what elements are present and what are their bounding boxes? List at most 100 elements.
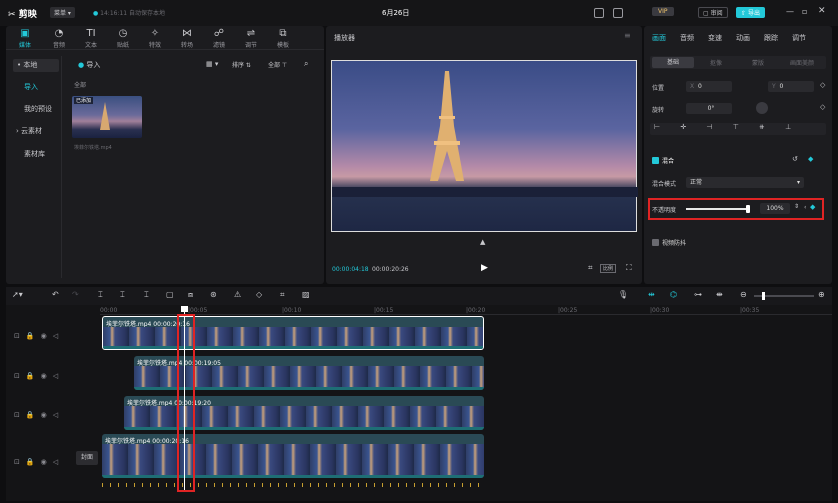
blend-mode-select[interactable]: 正常 ▾ xyxy=(686,177,804,188)
subtab-cutout[interactable]: 抠像 xyxy=(710,58,722,67)
blend-keyframe-icon[interactable]: ◆ xyxy=(808,155,813,163)
ruler-tick-0: 00:00 xyxy=(100,307,118,314)
opacity-keyframe-icon[interactable]: ◆ xyxy=(810,203,815,211)
video-preview xyxy=(331,60,638,232)
review-button[interactable]: ▢ 审阅 xyxy=(698,7,728,18)
image-icon[interactable]: ▨ xyxy=(302,290,310,299)
snap-icon[interactable]: ⌬ xyxy=(670,290,677,299)
cover-button[interactable]: 封面 xyxy=(76,451,98,465)
chevron-down-icon: ▾ xyxy=(796,179,800,186)
play-icon[interactable]: ▶ xyxy=(481,263,488,273)
sidebar-item-my-presets[interactable]: 我的预设 xyxy=(24,104,52,114)
filter-all-button[interactable]: 全部 ⊤ xyxy=(268,60,287,69)
fullscreen-focus-icon[interactable]: ⌗ xyxy=(588,263,593,273)
opacity-prev-keyframe-icon[interactable]: ‹ xyxy=(804,204,806,211)
minimize-icon[interactable]: — xyxy=(786,7,794,16)
tab-tracking[interactable]: 跟踪 xyxy=(764,33,778,43)
x-field[interactable]: X 0 xyxy=(686,81,732,92)
shortcut-icon[interactable] xyxy=(613,8,623,18)
zoom-in-icon[interactable]: ⊕ xyxy=(818,290,825,299)
sidebar-item-cloud[interactable]: › 云素材 xyxy=(16,126,42,136)
timeline-toolbar: ➚▾ ↶ ↷ ⌶ ⌶ ⌶ ▢ ⧈ ⊛ ⚠ ◇ ⌗ ▨ 🎙 ⇹ ⌬ ⊶ ⇼ ⊖ ⊕ xyxy=(6,287,832,305)
chain-icon[interactable]: ⊶ xyxy=(694,290,702,299)
rotate-dial-icon[interactable] xyxy=(756,102,768,114)
rotate-keyframe-icon[interactable]: ◇ xyxy=(820,103,825,111)
tab-animation[interactable]: 动画 xyxy=(736,33,750,43)
zoom-slider[interactable] xyxy=(754,292,814,300)
zoom-out-icon[interactable]: ⊖ xyxy=(740,290,747,299)
grid-view-icon[interactable]: ▦ ▾ xyxy=(206,60,218,68)
import-button[interactable]: ● 导入 xyxy=(78,60,100,70)
tab-audio[interactable]: ◔ 音频 xyxy=(44,28,74,49)
split-right-icon[interactable]: ⌶ xyxy=(144,290,149,300)
clip-track-1[interactable]: 埃菲尔铁塔.mp4 00:00:20:16 xyxy=(102,316,484,350)
blend-checkbox[interactable] xyxy=(652,157,659,164)
track-2-controls[interactable]: ⊡🔒◉◁ xyxy=(14,372,64,380)
y-field[interactable]: Y 0 xyxy=(768,81,814,92)
tab-text[interactable]: TI 文本 xyxy=(76,28,106,49)
opacity-slider-handle[interactable] xyxy=(746,205,750,213)
zoom-handle[interactable] xyxy=(762,292,765,300)
tab-transition[interactable]: ⋈ 转场 xyxy=(172,28,202,49)
tab-media[interactable]: ▣ 媒体 xyxy=(10,28,40,49)
rotate-clip-icon[interactable]: ◇ xyxy=(256,290,262,299)
track-1-controls[interactable]: ⊡🔒◉◁ xyxy=(14,332,64,340)
player-menu-icon[interactable]: ≡ xyxy=(624,31,631,40)
tab-sticker[interactable]: ◷ 贴纸 xyxy=(108,28,138,49)
subtab-mask[interactable]: 蒙版 xyxy=(752,58,764,67)
crop-icon[interactable]: ⌗ xyxy=(280,290,285,300)
subtab-basic[interactable]: 基础 xyxy=(652,57,694,68)
rotate-field[interactable]: 0° xyxy=(686,103,732,114)
maximize-icon[interactable]: ▫ xyxy=(802,7,807,16)
sidebar-item-local[interactable]: • 本地 xyxy=(13,59,59,72)
sidebar-item-library[interactable]: 素材库 xyxy=(24,149,45,159)
track-3-controls[interactable]: ⊡🔒◉◁ xyxy=(14,411,64,419)
freeze-icon[interactable]: ⧈ xyxy=(188,290,193,300)
search-icon[interactable]: ⌕ xyxy=(304,59,308,69)
media-filename: 埃菲尔铁塔.mp4 xyxy=(74,145,112,151)
import-label: 导入 xyxy=(86,61,101,69)
reset-icon[interactable]: ↺ xyxy=(792,155,798,163)
opacity-stepper-icon[interactable]: ⇕ xyxy=(794,203,799,210)
link-icon[interactable]: ⇹ xyxy=(648,290,655,299)
split-left-icon[interactable]: ⌶ xyxy=(120,290,125,300)
tab-filter[interactable]: ☍ 滤镜 xyxy=(204,28,234,49)
tab-adjust[interactable]: ⇌ 调节 xyxy=(236,28,266,49)
position-keyframe-icon[interactable]: ◇ xyxy=(820,81,825,89)
fullscreen-icon[interactable]: ⛶ xyxy=(626,263,632,273)
split-icon[interactable]: ⌶ xyxy=(98,290,103,300)
undo-icon[interactable]: ↶ xyxy=(52,290,59,299)
stabilize-checkbox[interactable] xyxy=(652,239,659,246)
delete-icon[interactable]: ▢ xyxy=(166,290,174,299)
redo-icon[interactable]: ↷ xyxy=(72,290,79,299)
center-icon[interactable]: ⇼ xyxy=(716,290,723,299)
media-icon: ▣ xyxy=(20,28,30,39)
ratio-button[interactable]: 比例 xyxy=(600,264,617,273)
tab-speed[interactable]: 变速 xyxy=(708,33,722,43)
record-icon[interactable]: 🎙 xyxy=(618,290,628,299)
eiffel-tower-graphic xyxy=(430,71,464,181)
tab-props-audio[interactable]: 音频 xyxy=(680,33,694,43)
clip-track-4[interactable]: 埃菲尔铁塔.mp4 00:00:20:16 xyxy=(102,434,484,478)
sort-button[interactable]: 排序 ⇅ xyxy=(232,60,251,69)
opacity-slider[interactable] xyxy=(686,205,750,213)
vip-badge[interactable]: VIP xyxy=(652,7,674,16)
select-tool-icon[interactable]: ➚▾ xyxy=(12,290,23,299)
export-button[interactable]: ⇧ 导出 xyxy=(736,7,765,18)
menu-button[interactable]: 菜单 ▾ xyxy=(50,7,75,18)
media-thumbnail[interactable]: 已添加 xyxy=(72,96,142,138)
tab-effects[interactable]: ✧ 特效 xyxy=(140,28,170,49)
tab-sticker-label: 贴纸 xyxy=(116,42,129,49)
close-icon[interactable]: ✕ xyxy=(818,6,826,16)
mirror-icon[interactable]: ⚠ xyxy=(234,290,241,299)
layout-icon[interactable] xyxy=(594,8,604,18)
subtab-beauty[interactable]: 画面美颜 xyxy=(790,58,814,67)
tab-template[interactable]: ⧉ 模板 xyxy=(268,28,298,49)
playhead-handle[interactable] xyxy=(181,306,188,312)
sidebar-item-import[interactable]: 导入 xyxy=(24,82,38,92)
reverse-icon[interactable]: ⊛ xyxy=(210,290,217,299)
tab-canvas[interactable]: 画面 xyxy=(652,33,666,43)
tab-adjust-props[interactable]: 调节 xyxy=(792,33,806,43)
opacity-field[interactable]: 100% xyxy=(760,203,790,214)
track-4-controls[interactable]: ⊡🔒◉◁ xyxy=(14,458,64,466)
